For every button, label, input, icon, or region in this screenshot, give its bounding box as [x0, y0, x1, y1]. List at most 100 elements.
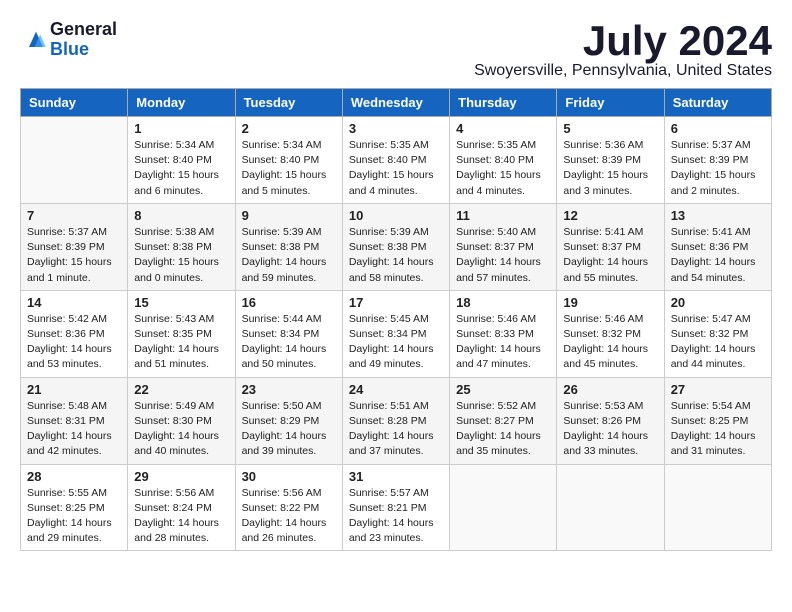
day-info: Sunrise: 5:44 AMSunset: 8:34 PMDaylight:… [242, 312, 336, 373]
daylight-text: Daylight: 15 hours and 1 minute. [27, 256, 112, 283]
column-header-monday: Monday [128, 89, 235, 117]
day-number: 12 [563, 208, 657, 223]
day-number: 3 [349, 121, 443, 136]
sunrise-text: Sunrise: 5:36 AM [563, 139, 643, 151]
day-info: Sunrise: 5:38 AMSunset: 8:38 PMDaylight:… [134, 225, 228, 286]
sunrise-text: Sunrise: 5:34 AM [134, 139, 214, 151]
sunset-text: Sunset: 8:30 PM [134, 415, 212, 427]
calendar-cell: 26Sunrise: 5:53 AMSunset: 8:26 PMDayligh… [557, 377, 664, 464]
day-number: 7 [27, 208, 121, 223]
day-number: 8 [134, 208, 228, 223]
day-info: Sunrise: 5:50 AMSunset: 8:29 PMDaylight:… [242, 399, 336, 460]
sunrise-text: Sunrise: 5:37 AM [671, 139, 751, 151]
calendar-cell [557, 464, 664, 551]
calendar-week-row: 7 Sunrise: 5:37 AMSunset: 8:39 PMDaylight… [21, 203, 772, 290]
calendar-table: SundayMondayTuesdayWednesdayThursdayFrid… [20, 88, 772, 551]
sunrise-text: Sunrise: 5:41 AM [563, 226, 643, 238]
calendar-cell: 23 Sunrise: 5:50 AMSunset: 8:29 PMDayligh… [235, 377, 342, 464]
day-info: Sunrise: 5:37 AMSunset: 8:39 PMDaylight:… [27, 225, 121, 286]
day-info: Sunrise: 5:34 AMSunset: 8:40 PMDaylight:… [242, 138, 336, 199]
daylight-text: Daylight: 14 hours and 51 minutes. [134, 343, 219, 370]
sunset-text: Sunset: 8:34 PM [242, 328, 320, 340]
sunrise-text: Sunrise: 5:50 AM [242, 400, 322, 412]
day-info: Sunrise: 5:40 AMSunset: 8:37 PMDaylight:… [456, 225, 550, 286]
sunset-text: Sunset: 8:38 PM [349, 241, 427, 253]
calendar-cell: 14 Sunrise: 5:42 AMSunset: 8:36 PMDayligh… [21, 290, 128, 377]
day-number: 1 [134, 121, 228, 136]
day-number: 22 [134, 382, 228, 397]
calendar-cell: 17Sunrise: 5:45 AMSunset: 8:34 PMDayligh… [342, 290, 449, 377]
daylight-text: Daylight: 14 hours and 37 minutes. [349, 430, 434, 457]
location-title: Swoyersville, Pennsylvania, United State… [474, 62, 772, 80]
calendar-cell: 12 Sunrise: 5:41 AMSunset: 8:37 PMDayligh… [557, 203, 664, 290]
calendar-cell: 18 Sunrise: 5:46 AMSunset: 8:33 PMDayligh… [450, 290, 557, 377]
sunset-text: Sunset: 8:40 PM [349, 154, 427, 166]
sunset-text: Sunset: 8:22 PM [242, 502, 320, 514]
daylight-text: Daylight: 15 hours and 2 minutes. [671, 169, 756, 196]
day-info: Sunrise: 5:48 AMSunset: 8:31 PMDaylight:… [27, 399, 121, 460]
calendar-cell: 8 Sunrise: 5:38 AMSunset: 8:38 PMDaylight… [128, 203, 235, 290]
calendar-header-row: SundayMondayTuesdayWednesdayThursdayFrid… [21, 89, 772, 117]
day-info: Sunrise: 5:53 AMSunset: 8:26 PMDaylight:… [563, 399, 657, 460]
daylight-text: Daylight: 14 hours and 49 minutes. [349, 343, 434, 370]
day-info: Sunrise: 5:35 AM Sunset: 8:40 PM Daylight:… [349, 138, 443, 199]
day-number: 9 [242, 208, 336, 223]
calendar-cell: 6Sunrise: 5:37 AMSunset: 8:39 PMDaylight… [664, 117, 771, 204]
sunrise-text: Sunrise: 5:54 AM [671, 400, 751, 412]
day-number: 23 [242, 382, 336, 397]
calendar-cell: 24Sunrise: 5:51 AMSunset: 8:28 PMDayligh… [342, 377, 449, 464]
calendar-cell: 30Sunrise: 5:56 AMSunset: 8:22 PMDayligh… [235, 464, 342, 551]
daylight-text: Daylight: 14 hours and 59 minutes. [242, 256, 327, 283]
sunrise-text: Sunrise: 5:42 AM [27, 313, 107, 325]
day-info: Sunrise: 5:46 AMSunset: 8:33 PMDaylight:… [456, 312, 550, 373]
calendar-week-row: 28Sunrise: 5:55 AMSunset: 8:25 PMDayligh… [21, 464, 772, 551]
daylight-text: Daylight: 14 hours and 29 minutes. [27, 517, 112, 544]
sunset-text: Sunset: 8:24 PM [134, 502, 212, 514]
day-number: 18 [456, 295, 550, 310]
daylight-text: Daylight: 15 hours and 4 minutes. [349, 169, 434, 196]
day-number: 4 [456, 121, 550, 136]
sunset-text: Sunset: 8:36 PM [671, 241, 749, 253]
daylight-text: Daylight: 14 hours and 40 minutes. [134, 430, 219, 457]
day-info: Sunrise: 5:39 AMSunset: 8:38 PMDaylight:… [242, 225, 336, 286]
calendar-cell [450, 464, 557, 551]
sunset-text: Sunset: 8:39 PM [563, 154, 641, 166]
daylight-text: Daylight: 15 hours and 4 minutes. [456, 169, 541, 196]
day-number: 15 [134, 295, 228, 310]
day-info: Sunrise: 5:52 AMSunset: 8:27 PMDaylight:… [456, 399, 550, 460]
sunset-text: Sunset: 8:32 PM [563, 328, 641, 340]
calendar-week-row: 14 Sunrise: 5:42 AMSunset: 8:36 PMDayligh… [21, 290, 772, 377]
sunset-text: Sunset: 8:39 PM [27, 241, 105, 253]
sunrise-text: Sunrise: 5:56 AM [242, 487, 322, 499]
day-number: 19 [563, 295, 657, 310]
daylight-text: Daylight: 14 hours and 55 minutes. [563, 256, 648, 283]
calendar-cell: 21Sunrise: 5:48 AMSunset: 8:31 PMDayligh… [21, 377, 128, 464]
day-info: Sunrise: 5:56 AMSunset: 8:24 PMDaylight:… [134, 486, 228, 547]
calendar-cell: 7 Sunrise: 5:37 AMSunset: 8:39 PMDaylight… [21, 203, 128, 290]
day-info: Sunrise: 5:42 AMSunset: 8:36 PMDaylight:… [27, 312, 121, 373]
title-area: July 2024 Swoyersville, Pennsylvania, Un… [474, 20, 772, 80]
sunset-text: Sunset: 8:31 PM [27, 415, 105, 427]
day-number: 11 [456, 208, 550, 223]
logo-blue: Blue [50, 40, 117, 60]
day-number: 13 [671, 208, 765, 223]
calendar-week-row: 1Sunrise: 5:34 AMSunset: 8:40 PMDaylight… [21, 117, 772, 204]
day-number: 24 [349, 382, 443, 397]
sunrise-text: Sunrise: 5:49 AM [134, 400, 214, 412]
day-number: 14 [27, 295, 121, 310]
daylight-text: Daylight: 14 hours and 45 minutes. [563, 343, 648, 370]
sunset-text: Sunset: 8:40 PM [456, 154, 534, 166]
day-info: Sunrise: 5:39 AMSunset: 8:38 PMDaylight:… [349, 225, 443, 286]
daylight-text: Daylight: 15 hours and 3 minutes. [563, 169, 648, 196]
sunset-text: Sunset: 8:34 PM [349, 328, 427, 340]
day-info: Sunrise: 5:57 AMSunset: 8:21 PMDaylight:… [349, 486, 443, 547]
sunrise-text: Sunrise: 5:40 AM [456, 226, 536, 238]
sunrise-text: Sunrise: 5:35 AM [349, 139, 429, 151]
column-header-tuesday: Tuesday [235, 89, 342, 117]
day-number: 5 [563, 121, 657, 136]
day-number: 30 [242, 469, 336, 484]
day-number: 2 [242, 121, 336, 136]
day-info: Sunrise: 5:41 AMSunset: 8:37 PMDaylight:… [563, 225, 657, 286]
day-info: Sunrise: 5:47 AMSunset: 8:32 PMDaylight:… [671, 312, 765, 373]
day-info: Sunrise: 5:46 AMSunset: 8:32 PMDaylight:… [563, 312, 657, 373]
